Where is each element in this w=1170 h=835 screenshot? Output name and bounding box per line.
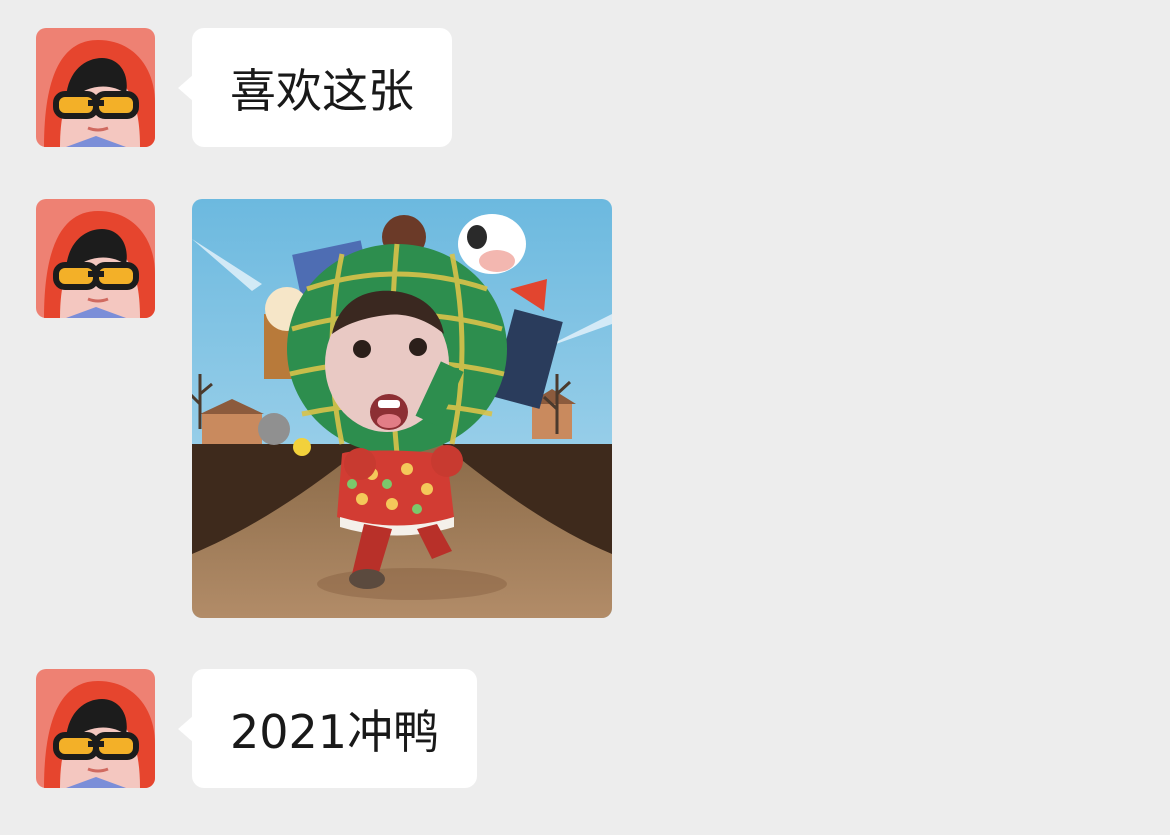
message-text: 2021冲鸭 — [230, 704, 440, 759]
avatar-red-hood-icon — [36, 669, 155, 788]
new-year-running-girl-image — [192, 199, 612, 618]
message-text: 喜欢这张 — [230, 63, 414, 118]
avatar[interactable] — [36, 669, 155, 788]
avatar[interactable] — [36, 199, 155, 318]
avatar-red-hood-icon — [36, 199, 155, 318]
image-message[interactable] — [192, 199, 612, 618]
avatar-red-hood-icon — [36, 28, 155, 147]
message-bubble[interactable]: 喜欢这张 — [178, 28, 452, 147]
avatar[interactable] — [36, 28, 155, 147]
message-bubble[interactable]: 2021冲鸭 — [177, 669, 478, 788]
chat-thread: 喜欢这张 2021冲鸭 — [0, 0, 1170, 835]
